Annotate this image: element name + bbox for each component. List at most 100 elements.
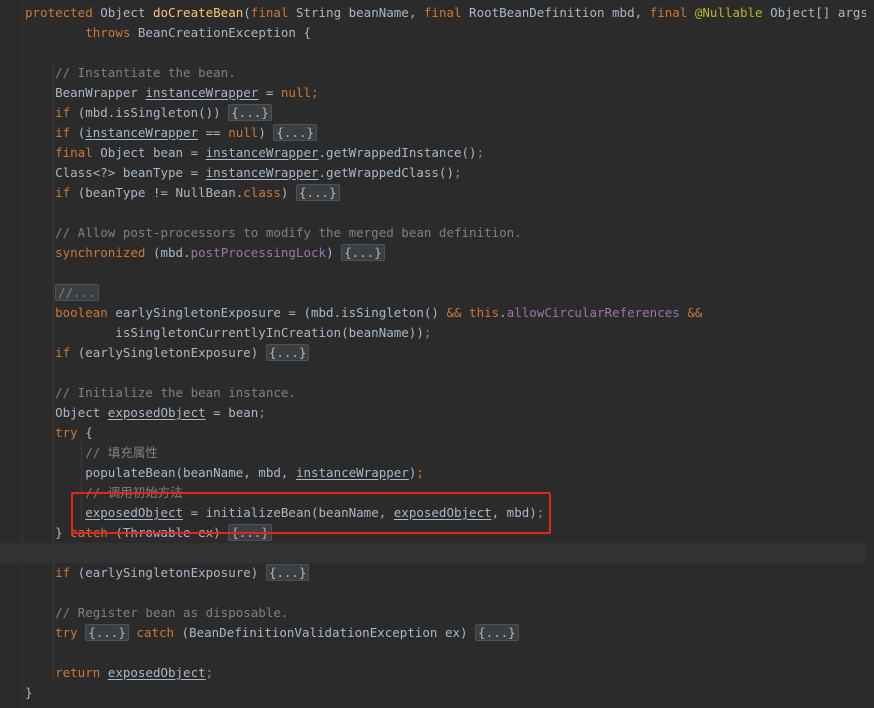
code-line[interactable]: Class<?> beanType = instanceWrapper.getW…	[0, 163, 874, 183]
code-line[interactable]	[0, 583, 874, 603]
code-line[interactable]: if (earlySingletonExposure) {...}	[0, 343, 874, 363]
code-token: instanceWrapper	[145, 85, 259, 100]
code-token: (earlySingletonExposure)	[77, 345, 266, 360]
code-token: isSingletonCurrentlyInCreation(beanName)…	[25, 325, 424, 340]
code-token: (BeanDefinitionValidationException ex)	[181, 625, 476, 640]
code-token: postProcessingLock	[190, 245, 327, 260]
code-line[interactable]	[0, 43, 874, 63]
code-line[interactable]: Object exposedObject = bean;	[0, 403, 874, 423]
code-token: = bean	[205, 405, 259, 420]
folded-region[interactable]: //...	[55, 284, 99, 301]
code-token: instanceWrapper	[205, 145, 319, 160]
code-line[interactable]	[0, 263, 874, 283]
code-token: Object[] args)	[770, 5, 874, 20]
code-token: exposedObject	[107, 405, 206, 420]
code-token: if	[55, 345, 78, 360]
code-line[interactable]: try {...} catch (BeanDefinitionValidatio…	[0, 623, 874, 643]
folded-region[interactable]: {...}	[228, 104, 272, 121]
code-token: ;	[536, 505, 545, 520]
code-token: ;	[416, 465, 424, 480]
folded-region[interactable]: {...}	[265, 564, 310, 581]
code-line[interactable]: } catch (Throwable ex) {...}	[0, 523, 874, 543]
code-token: catch	[70, 525, 116, 540]
code-line[interactable]: // 填充属性	[0, 443, 874, 463]
code-token: if	[55, 125, 78, 140]
code-line[interactable]: if (mbd.isSingleton()) {...}	[0, 103, 874, 123]
code-line[interactable]: // Register bean as disposable.	[0, 603, 874, 623]
code-token: ;	[258, 405, 266, 420]
folded-region[interactable]: {...}	[475, 624, 519, 641]
code-line[interactable]	[0, 643, 874, 663]
code-token: if	[55, 185, 78, 200]
folded-region[interactable]: {...}	[273, 124, 318, 141]
code-line[interactable]: // 调用初始方法	[0, 483, 874, 503]
code-token: catch	[136, 625, 182, 640]
folded-region[interactable]: {...}	[295, 184, 340, 201]
code-token: }	[25, 685, 33, 700]
code-line[interactable]: if (earlySingletonExposure) {...}	[0, 563, 874, 583]
code-token: final	[649, 5, 695, 20]
code-line[interactable]: if (beanType != NullBean.class) {...}	[0, 183, 874, 203]
code-line[interactable]	[0, 203, 874, 223]
code-line[interactable]: BeanWrapper instanceWrapper = null;	[0, 83, 874, 103]
code-token: (Throwable ex)	[115, 525, 229, 540]
code-editor[interactable]: protected Object doCreateBean(final Stri…	[0, 0, 874, 708]
code-token: throws	[85, 25, 138, 40]
code-line[interactable]: //...	[0, 283, 874, 303]
code-line[interactable]: final Object bean = instanceWrapper.getW…	[0, 143, 874, 163]
code-token: (mbd.isSingleton())	[77, 105, 229, 120]
code-token: populateBean(beanName, mbd,	[25, 465, 296, 480]
folded-region[interactable]: {...}	[341, 244, 385, 261]
code-token: .getWrappedClass()	[318, 165, 454, 180]
code-token: String beanName,	[295, 5, 424, 20]
code-token: =	[258, 85, 281, 100]
folded-region[interactable]: {...}	[228, 524, 272, 541]
code-line[interactable]: // Instantiate the bean.	[0, 63, 874, 83]
code-token: try	[55, 625, 86, 640]
code-line[interactable]: if (instanceWrapper == null) {...}	[0, 123, 874, 143]
code-token: {	[85, 425, 93, 440]
code-token: RootBeanDefinition mbd,	[469, 5, 650, 20]
code-token: (	[243, 5, 251, 20]
code-token: if	[55, 105, 78, 120]
code-token: ;	[311, 85, 319, 100]
code-line[interactable]: synchronized (mbd.postProcessingLock) {.…	[0, 243, 874, 263]
code-line[interactable]: return exposedObject;	[0, 663, 874, 683]
code-line[interactable]: boolean earlySingletonExposure = (mbd.is…	[0, 303, 874, 323]
code-line[interactable]: populateBean(beanName, mbd, instanceWrap…	[0, 463, 874, 483]
code-line[interactable]: isSingletonCurrentlyInCreation(beanName)…	[0, 323, 874, 343]
code-line[interactable]: // Allow post-processors to modify the m…	[0, 223, 874, 243]
code-line[interactable]: protected Object doCreateBean(final Stri…	[0, 3, 874, 23]
vertical-scrollbar[interactable]	[866, 0, 874, 708]
code-line[interactable]	[0, 543, 874, 563]
folded-region[interactable]: {...}	[265, 344, 310, 361]
code-token: ;	[453, 165, 462, 180]
code-token: }	[25, 525, 71, 540]
code-token: Object	[100, 5, 153, 20]
code-line[interactable]: }	[0, 683, 874, 703]
code-token: class	[243, 185, 281, 200]
code-token: null	[280, 85, 311, 100]
code-line[interactable]: throws BeanCreationException {	[0, 23, 874, 43]
code-comment: // Register bean as disposable.	[55, 605, 289, 620]
code-token: null	[228, 125, 259, 140]
folded-region[interactable]: {...}	[85, 624, 129, 641]
code-token: (earlySingletonExposure)	[77, 565, 266, 580]
code-line[interactable]	[0, 363, 874, 383]
code-line[interactable]: try {	[0, 423, 874, 443]
code-line[interactable]: exposedObject = initializeBean(beanName,…	[0, 503, 874, 523]
code-line[interactable]: // Initialize the bean instance.	[0, 383, 874, 403]
code-token: )	[326, 245, 342, 260]
code-token: exposedObject	[107, 665, 206, 680]
code-token: Object	[25, 405, 108, 420]
